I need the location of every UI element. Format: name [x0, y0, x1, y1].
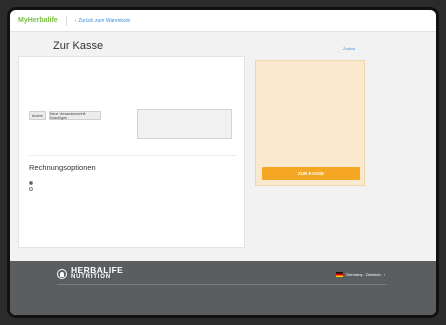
edit-address-button[interactable]: Ändern: [29, 111, 46, 120]
order-summary-card: ZUR KASSE: [255, 60, 365, 186]
order-notes-field[interactable]: [137, 109, 232, 139]
radio-selected[interactable]: [29, 181, 33, 185]
browser-window: MyHerbalife ‹ Zurück zum Warenkorb Zur K…: [10, 10, 436, 315]
section-divider: [29, 155, 236, 156]
myherbalife-logo[interactable]: MyHerbalife: [18, 17, 58, 24]
chevron-right-icon: ›: [383, 272, 386, 277]
footer-brand-top: HERBALIFE: [71, 265, 124, 275]
checkout-button[interactable]: ZUR KASSE: [262, 167, 360, 180]
footer-brand: HERBALIFE NUTRITION: [71, 265, 124, 281]
footer-brand-bottom: NUTRITION: [71, 274, 111, 280]
germany-flag-icon: [336, 272, 343, 277]
footer: HERBALIFE NUTRITION Germany - Deutsch ›: [10, 261, 436, 315]
billing-option-1[interactable]: [29, 181, 236, 185]
herbalife-leaf-icon: [57, 269, 67, 279]
billing-option-2[interactable]: [29, 187, 236, 191]
chevron-left-icon: ‹: [74, 17, 77, 24]
billing-section: Rechnungsoptionen: [29, 163, 236, 191]
shipping-billing-card: Ändern Neue Versandanschrift hinzufügen …: [18, 56, 245, 248]
radio-unselected[interactable]: [29, 187, 33, 191]
language-selector[interactable]: Germany - Deutsch ›: [333, 269, 388, 280]
herbalife-nutrition-logo[interactable]: HERBALIFE NUTRITION: [57, 265, 124, 281]
back-to-cart-link[interactable]: ‹ Zurück zum Warenkorb: [75, 18, 130, 24]
top-bar: MyHerbalife ‹ Zurück zum Warenkorb: [10, 10, 436, 32]
back-link-top[interactable]: Zurück: [343, 46, 355, 51]
billing-title: Rechnungsoptionen: [29, 163, 96, 172]
order-notes-placeholder: [138, 110, 231, 114]
back-to-cart-label: Zurück zum Warenkorb: [78, 17, 131, 24]
footer-divider: [57, 284, 387, 285]
add-shipping-address-button[interactable]: Neue Versandanschrift hinzufügen: [49, 111, 101, 120]
topbar-divider: [65, 15, 67, 26]
language-label: Germany - Deutsch: [346, 272, 381, 277]
